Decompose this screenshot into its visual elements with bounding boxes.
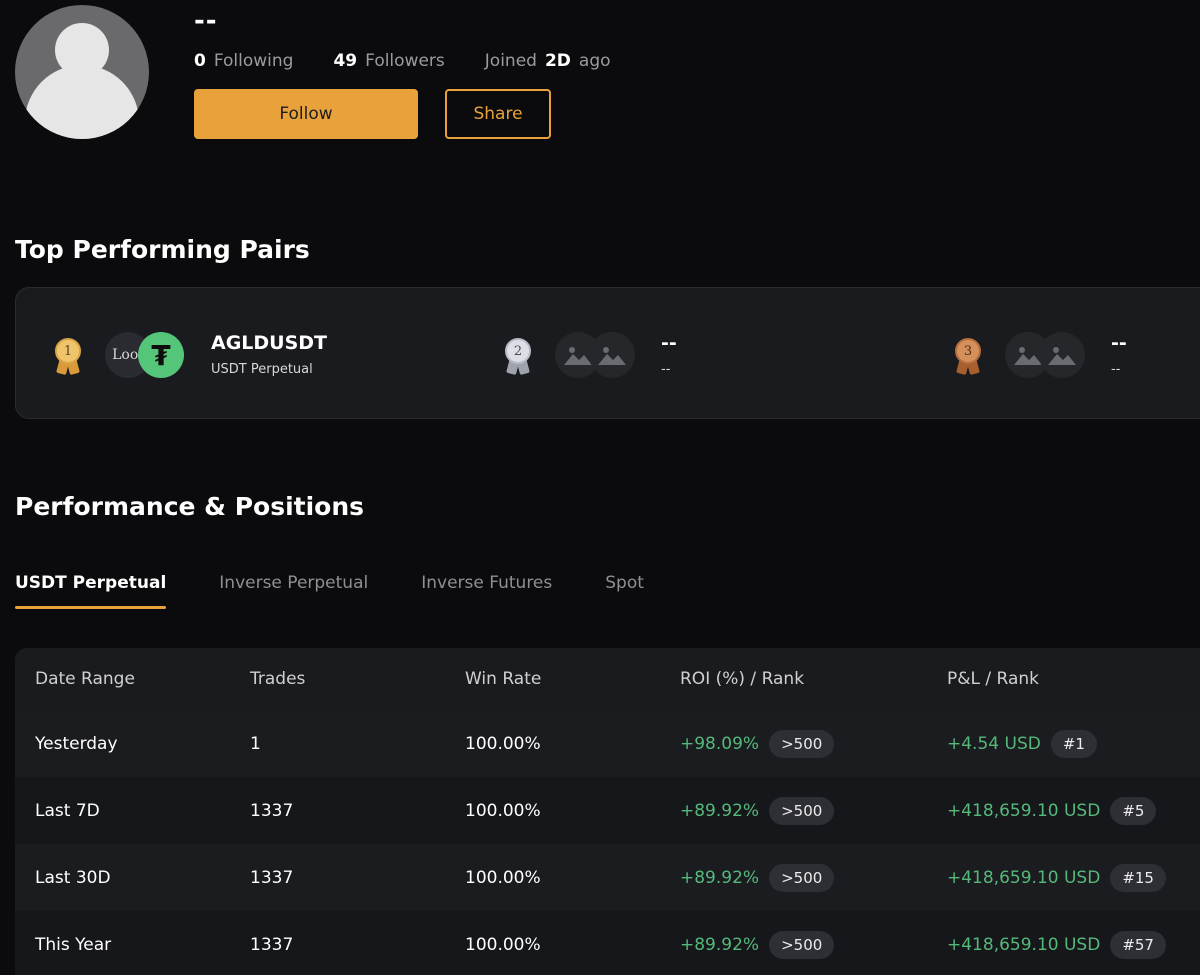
- following-stat[interactable]: 0 Following: [194, 51, 293, 71]
- pair-type: --: [661, 362, 671, 377]
- silver-medal-icon: 2: [503, 338, 533, 376]
- follow-button[interactable]: Follow: [194, 89, 418, 139]
- pnl-cell: +418,659.10 USD #5: [947, 796, 1157, 825]
- tab-inverse-futures[interactable]: Inverse Futures: [421, 573, 552, 609]
- date-range-cell: Yesterday: [35, 733, 118, 754]
- roi-rank-badge: >500: [769, 863, 835, 892]
- pnl-value: +418,659.10 USD: [947, 867, 1101, 888]
- table-row: Yesterday 1 100.00% +98.09% >500 +4.54 U…: [15, 710, 1200, 777]
- roi-value: +98.09%: [680, 733, 760, 754]
- following-count: 0: [194, 51, 206, 71]
- avatar: [15, 5, 149, 139]
- coin-pair-icons: [1005, 332, 1085, 378]
- joined-value: 2D: [544, 51, 571, 71]
- trades-cell: 1337: [250, 800, 294, 821]
- roi-rank-badge: >500: [769, 930, 835, 959]
- bronze-medal-icon: 3: [953, 338, 983, 376]
- pnl-cell: +418,659.10 USD #15: [947, 863, 1166, 892]
- pnl-value: +4.54 USD: [947, 733, 1041, 754]
- date-range-cell: Last 7D: [35, 800, 100, 821]
- column-win-rate: Win Rate: [465, 669, 542, 689]
- pnl-rank-badge: #57: [1110, 930, 1166, 959]
- following-label: Following: [213, 51, 294, 71]
- performance-title: Performance & Positions: [15, 492, 365, 521]
- followers-label: Followers: [365, 51, 445, 71]
- roi-cell: +89.92% >500: [680, 796, 835, 825]
- followers-stat[interactable]: 49 Followers: [333, 51, 444, 71]
- pnl-rank-badge: #15: [1110, 863, 1166, 892]
- win-rate-cell: 100.00%: [465, 800, 541, 821]
- win-rate-cell: 100.00%: [465, 733, 541, 754]
- table-row: Last 7D 1337 100.00% +89.92% >500 +418,6…: [15, 777, 1200, 844]
- trades-cell: 1337: [250, 934, 294, 955]
- column-pnl-rank: P&L / Rank: [947, 669, 1039, 689]
- trades-cell: 1337: [250, 867, 294, 888]
- roi-value: +89.92%: [680, 934, 760, 955]
- avatar-body: [25, 65, 139, 139]
- top-pairs-card: 1 Loot ₮ AGLDUSDT USDT Perpetual 2 -- --…: [15, 287, 1200, 419]
- table-row: This Year 1337 100.00% +89.92% >500 +418…: [15, 911, 1200, 975]
- pair-name: --: [1111, 332, 1127, 354]
- joined-stat: Joined 2D ago: [485, 51, 611, 71]
- market-tabs: USDT Perpetual Inverse Perpetual Inverse…: [15, 573, 697, 609]
- profile-stats: 0 Following 49 Followers Joined 2D ago: [194, 51, 651, 71]
- pair-name: --: [661, 332, 677, 354]
- roi-rank-badge: >500: [769, 796, 835, 825]
- coin-pair-icons: [555, 332, 635, 378]
- gold-medal-icon: 1: [53, 338, 83, 376]
- roi-value: +89.92%: [680, 800, 760, 821]
- pair-type: --: [1111, 362, 1121, 377]
- table-row: Last 30D 1337 100.00% +89.92% >500 +418,…: [15, 844, 1200, 911]
- tab-usdt-perpetual[interactable]: USDT Perpetual: [15, 573, 167, 609]
- win-rate-cell: 100.00%: [465, 934, 541, 955]
- tab-inverse-perpetual[interactable]: Inverse Perpetual: [219, 573, 368, 609]
- followers-count: 49: [333, 51, 358, 71]
- column-roi-rank: ROI (%) / Rank: [680, 669, 805, 689]
- top-pairs-title: Top Performing Pairs: [15, 235, 310, 264]
- pnl-cell: +418,659.10 USD #57: [947, 930, 1166, 959]
- image-placeholder-icon: [589, 332, 635, 378]
- win-rate-cell: 100.00%: [465, 867, 541, 888]
- joined-suffix: ago: [578, 51, 611, 71]
- medal-rank-2: 2: [505, 338, 531, 364]
- share-button[interactable]: Share: [445, 89, 551, 139]
- roi-cell: +89.92% >500: [680, 930, 835, 959]
- roi-cell: +98.09% >500: [680, 729, 835, 758]
- trades-cell: 1: [250, 733, 261, 754]
- roi-value: +89.92%: [680, 867, 760, 888]
- image-placeholder-icon: [1039, 332, 1085, 378]
- pair-name: AGLDUSDT: [211, 332, 328, 354]
- performance-table: Date Range Trades Win Rate ROI (%) / Ran…: [15, 648, 1200, 975]
- table-header: Date Range Trades Win Rate ROI (%) / Ran…: [15, 648, 1200, 710]
- roi-cell: +89.92% >500: [680, 863, 835, 892]
- column-date-range: Date Range: [35, 669, 135, 689]
- date-range-cell: Last 30D: [35, 867, 111, 888]
- medal-rank-1: 1: [55, 338, 81, 364]
- trader-profile-page: -- 0 Following 49 Followers Joined 2D ag…: [0, 0, 1200, 975]
- roi-rank-badge: >500: [769, 729, 835, 758]
- pnl-cell: +4.54 USD #1: [947, 729, 1097, 758]
- coin-pair-icons: Loot ₮: [105, 332, 185, 378]
- pair-type: USDT Perpetual: [211, 362, 313, 377]
- pnl-value: +418,659.10 USD: [947, 800, 1101, 821]
- pnl-rank-badge: #1: [1050, 729, 1097, 758]
- pnl-rank-badge: #5: [1110, 796, 1157, 825]
- column-trades: Trades: [250, 669, 306, 689]
- username: --: [194, 6, 218, 36]
- tab-spot[interactable]: Spot: [605, 573, 644, 609]
- medal-rank-3: 3: [955, 338, 981, 364]
- date-range-cell: This Year: [35, 934, 112, 955]
- joined-prefix: Joined: [484, 51, 537, 71]
- pnl-value: +418,659.10 USD: [947, 934, 1101, 955]
- tether-icon: ₮: [138, 332, 184, 378]
